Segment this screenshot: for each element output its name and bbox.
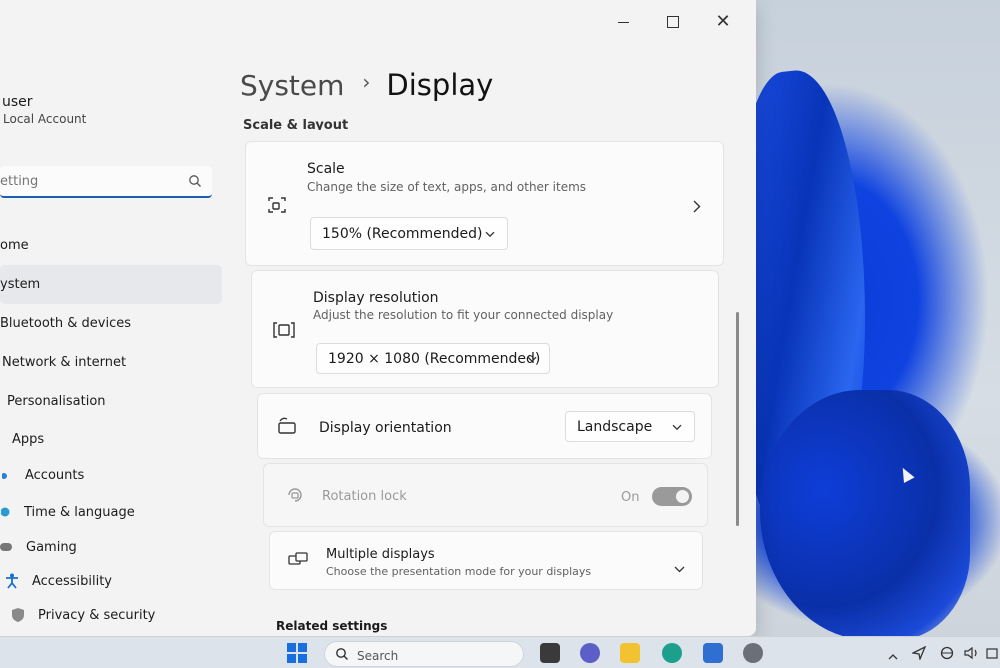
scrollbar[interactable]	[736, 312, 739, 526]
file-explorer-icon[interactable]	[620, 643, 640, 663]
chevron-down-icon	[485, 225, 495, 241]
sidebar-item-label: Network & internet	[2, 355, 127, 370]
chevron-down-icon[interactable]	[674, 558, 685, 577]
globe-icon	[0, 504, 16, 520]
sidebar-item-label: ystem	[0, 277, 41, 292]
settings-search-input[interactable]	[0, 173, 172, 190]
rotation-lock-toggle[interactable]	[652, 487, 692, 506]
sidebar-item-network[interactable]: Network & internet	[0, 343, 222, 382]
scale-dropdown[interactable]: 150% (Recommended)	[310, 217, 508, 250]
teams-chat-icon[interactable]	[580, 643, 600, 663]
rotation-lock-icon	[285, 485, 305, 509]
sidebar-item-label: ome	[0, 238, 29, 253]
resolution-title: Display resolution	[313, 290, 439, 306]
scale-dropdown-value: 150% (Recommended)	[322, 225, 483, 242]
user-name: user	[2, 94, 33, 110]
sidebar-nav: ome ystem Bluetooth & devices Network & …	[0, 226, 222, 632]
edge-browser-icon[interactable]	[662, 643, 682, 663]
person-icon	[0, 468, 16, 484]
sidebar-item-label: Accounts	[25, 468, 85, 483]
volume-icon[interactable]	[964, 645, 980, 664]
windows-start-icon[interactable]	[287, 643, 307, 667]
taskbar-search[interactable]: Search	[324, 641, 524, 667]
sidebar-item-home[interactable]: ome	[0, 226, 222, 265]
resolution-dropdown-value: 1920 × 1080 (Recommended)	[328, 350, 541, 367]
minimize-button[interactable]	[598, 8, 648, 36]
sidebar-item-label: Personalisation	[7, 394, 106, 409]
taskbar: Search	[0, 636, 1000, 668]
settings-gear-icon[interactable]	[743, 643, 763, 663]
battery-icon[interactable]	[986, 645, 998, 664]
scale-icon	[267, 195, 287, 219]
shield-icon	[10, 607, 26, 623]
task-view-icon[interactable]	[540, 643, 560, 663]
scale-card[interactable]: Scale Change the size of text, apps, and…	[245, 141, 724, 266]
sidebar-item-privacy[interactable]: Privacy & security	[0, 598, 222, 632]
sidebar-item-gaming[interactable]: Gaming	[0, 530, 222, 564]
store-icon[interactable]	[703, 643, 723, 663]
orientation-dropdown-value: Landscape	[577, 418, 653, 435]
sidebar-item-apps[interactable]: Apps	[0, 421, 222, 457]
sidebar-item-time-language[interactable]: Time & language	[0, 494, 222, 530]
sidebar-item-label: Gaming	[26, 539, 77, 555]
chevron-right-icon[interactable]	[693, 198, 701, 217]
rotation-lock-state: On	[621, 490, 640, 505]
close-button[interactable]: ✕	[698, 8, 748, 36]
breadcrumb-separator-icon: ›	[362, 70, 371, 94]
location-icon[interactable]	[910, 645, 927, 664]
breadcrumb-parent[interactable]: System	[240, 69, 344, 102]
accessibility-icon	[4, 573, 20, 589]
chevron-down-icon	[672, 418, 682, 434]
sidebar-item-accessibility[interactable]: Accessibility	[0, 564, 222, 598]
resolution-card: Display resolution Adjust the resolution…	[251, 270, 719, 388]
sidebar-item-label: Accessibility	[32, 573, 112, 589]
chevron-up-icon[interactable]	[888, 645, 898, 664]
toggle-knob	[676, 490, 689, 503]
sidebar-item-label: Privacy & security	[38, 607, 156, 623]
related-settings-heading: Related settings	[276, 619, 388, 633]
chevron-down-icon	[527, 350, 537, 366]
multiple-displays-card[interactable]: Multiple displays Choose the presentatio…	[269, 531, 703, 590]
taskbar-search-label: Search	[357, 649, 399, 663]
maximize-icon	[667, 16, 679, 28]
multiple-displays-subtitle: Choose the presentation mode for your di…	[326, 565, 592, 578]
sidebar: user Local Account ome ystem Bluetooth &…	[0, 0, 230, 636]
page-title: Display	[386, 68, 494, 102]
settings-search-box[interactable]	[0, 166, 212, 198]
orientation-title: Display orientation	[319, 420, 452, 436]
orientation-dropdown[interactable]: Landscape	[565, 411, 695, 442]
minimize-icon	[617, 21, 629, 23]
window-controls: ✕	[598, 8, 748, 36]
orientation-icon	[277, 417, 299, 439]
scale-title: Scale	[307, 161, 345, 177]
sidebar-item-personalisation[interactable]: Personalisation	[0, 382, 222, 421]
orientation-card: Display orientation Landscape	[257, 393, 712, 459]
breadcrumb: System › Display	[240, 68, 493, 102]
search-icon	[188, 173, 202, 192]
settings-window: ✕ user Local Account ome ystem Bluetooth…	[0, 0, 756, 636]
sidebar-item-label: Time & language	[24, 504, 135, 520]
globe-network-icon[interactable]	[940, 645, 954, 664]
resolution-subtitle: Adjust the resolution to fit your connec…	[313, 308, 614, 322]
sidebar-item-system[interactable]: ystem	[0, 265, 222, 304]
multiple-displays-icon	[288, 552, 308, 572]
scale-subtitle: Change the size of text, apps, and other…	[307, 180, 587, 194]
search-icon	[335, 647, 349, 664]
multiple-displays-title: Multiple displays	[326, 547, 435, 562]
controller-icon	[0, 539, 16, 555]
resolution-icon	[273, 321, 295, 343]
maximize-button[interactable]	[648, 8, 698, 36]
sidebar-item-accounts[interactable]: Accounts	[0, 457, 222, 494]
sidebar-item-bluetooth[interactable]: Bluetooth & devices	[0, 304, 222, 343]
rotation-lock-card: Rotation lock On	[263, 463, 708, 527]
sidebar-item-label: Bluetooth & devices	[0, 316, 131, 331]
account-type: Local Account	[3, 112, 87, 126]
resolution-dropdown[interactable]: 1920 × 1080 (Recommended)	[316, 343, 550, 374]
sidebar-item-label: Apps	[12, 431, 45, 447]
section-title-scale-layout: Scale & layout	[243, 118, 349, 130]
close-icon: ✕	[715, 11, 731, 32]
rotation-lock-title: Rotation lock	[322, 489, 407, 504]
